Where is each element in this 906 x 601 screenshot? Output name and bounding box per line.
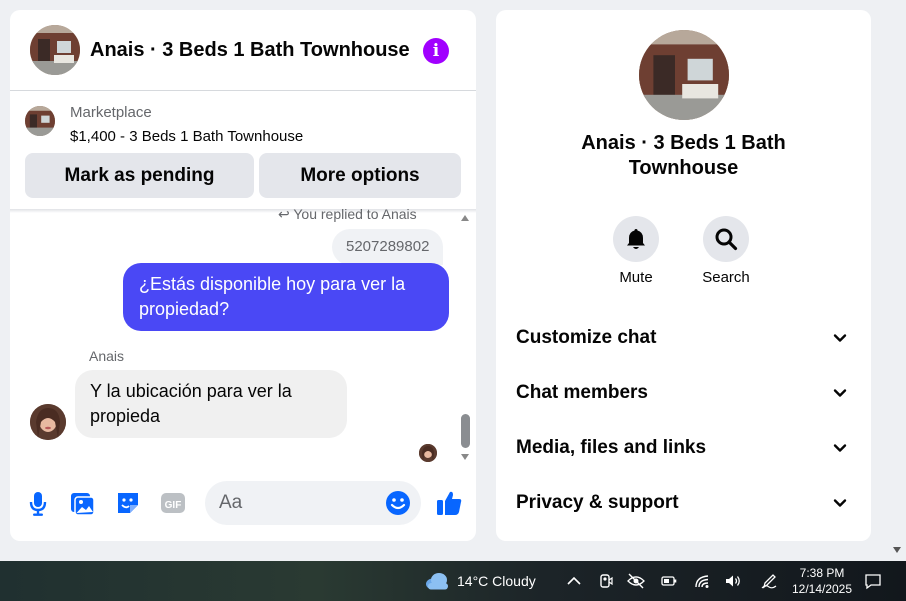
profile-name: Anais · 3 Beds 1 Bath Townhouse [581, 132, 786, 179]
reply-arrow-icon: ↩ [278, 206, 294, 222]
microphone-icon[interactable] [23, 488, 53, 518]
listing-avatar[interactable] [30, 25, 80, 75]
mark-as-pending-button[interactable]: Mark as pending [25, 153, 254, 198]
volume-icon[interactable] [724, 572, 742, 590]
chat-info-panel: Anais · 3 Beds 1 Bath Townhouse Mute Sea… [496, 10, 871, 541]
search-button[interactable] [703, 216, 749, 262]
section-media-files-links[interactable]: Media, files and links [506, 422, 861, 474]
page-scroll-down-arrow[interactable] [893, 547, 901, 553]
chevron-up-icon[interactable] [565, 572, 583, 590]
replied-to-label: ↩ You replied to Anais [278, 206, 417, 222]
quoted-message[interactable]: 5207289802 [332, 229, 444, 265]
more-options-button[interactable]: More options [259, 153, 461, 198]
chevron-down-icon [833, 496, 847, 510]
incoming-message[interactable]: Y la ubicación para ver la propieda [75, 370, 347, 438]
outgoing-message[interactable]: ¿Estás disponible hoy para ver la propie… [123, 263, 449, 331]
info-icon[interactable]: i [423, 38, 449, 64]
battery-icon[interactable] [660, 572, 678, 590]
search-label: Search [702, 269, 750, 286]
person-avatar-icon [419, 444, 437, 462]
mute-label: Mute [619, 269, 653, 286]
sender-avatar[interactable] [30, 404, 66, 440]
sender-name: Anais [89, 348, 125, 364]
person-avatar-icon [30, 404, 66, 440]
house-avatar-icon [639, 30, 729, 120]
marketplace-listing-title[interactable]: $1,400 - 3 Beds 1 Bath Townhouse [70, 128, 303, 145]
chevron-down-icon [833, 331, 847, 345]
chat-panel: Anais · 3 Beds 1 Bath Townhouse i Market… [10, 10, 476, 541]
emoji-icon[interactable] [385, 490, 411, 516]
profile-avatar[interactable] [639, 30, 729, 120]
pen-icon[interactable] [760, 572, 778, 590]
scrollbar-thumb[interactable] [461, 414, 470, 448]
notification-icon[interactable] [864, 572, 882, 590]
house-thumbnail-icon [25, 106, 55, 136]
visibility-off-icon[interactable] [627, 572, 645, 590]
chat-header: Anais · 3 Beds 1 Bath Townhouse i [10, 10, 476, 91]
sticker-icon[interactable] [113, 488, 143, 518]
thumbs-up-icon[interactable] [434, 488, 464, 518]
weather-text[interactable]: 14°C Cloudy [457, 573, 536, 589]
mute-button[interactable] [613, 216, 659, 262]
scroll-up-arrow[interactable] [461, 215, 469, 221]
gif-icon[interactable]: GIF [158, 488, 188, 518]
marketplace-label: Marketplace [70, 104, 152, 121]
chevron-down-icon [833, 386, 847, 400]
marketplace-listing-thumbnail[interactable] [25, 106, 55, 136]
taskbar: 14°C Cloudy 7:38 PM 12/14/2025 [0, 561, 906, 601]
chevron-down-icon [833, 441, 847, 455]
bell-icon [627, 229, 645, 249]
svg-text:GIF: GIF [165, 500, 182, 511]
search-icon [715, 228, 738, 251]
section-privacy-support[interactable]: Privacy & support [506, 477, 861, 529]
cloud-icon[interactable] [424, 571, 450, 591]
house-avatar-icon [30, 25, 80, 75]
section-customize-chat[interactable]: Customize chat [506, 312, 861, 364]
section-chat-members[interactable]: Chat members [506, 367, 861, 419]
camera-icon[interactable] [597, 572, 615, 590]
photo-icon[interactable] [68, 488, 98, 518]
scroll-down-arrow[interactable] [461, 454, 469, 460]
clock[interactable]: 7:38 PM 12/14/2025 [780, 565, 864, 597]
seen-indicator-avatar [419, 444, 437, 462]
chat-title[interactable]: Anais · 3 Beds 1 Bath Townhouse [90, 39, 410, 62]
wifi-icon[interactable] [693, 572, 711, 590]
